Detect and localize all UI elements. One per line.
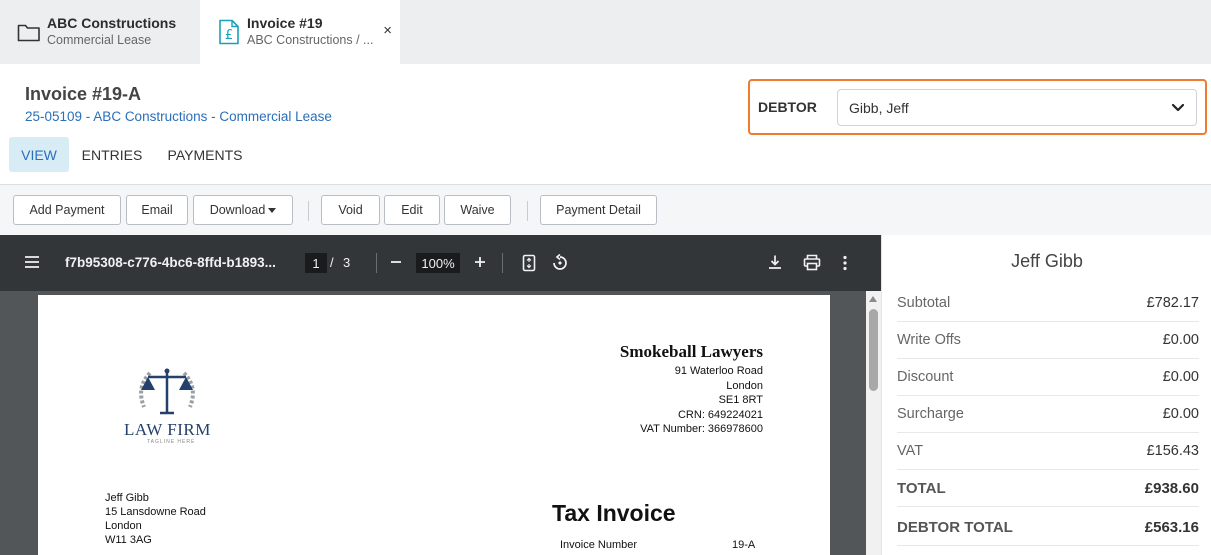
page-title: Invoice #19-A — [25, 84, 142, 104]
summary-label: VAT — [897, 443, 924, 459]
invoice-number-label: Invoice Number — [560, 539, 638, 551]
firm-address-line: SE1 8RT — [718, 394, 763, 406]
client-address-line: Jeff Gibb — [105, 492, 149, 504]
debtor-value: Gibb, Jeff — [849, 100, 909, 116]
client-address: Jeff Gibb 15 Lansdowne Road London W11 3… — [105, 491, 206, 547]
firm-address-line: London — [726, 379, 763, 392]
invoice-number-value: 19-A — [732, 539, 756, 551]
debtor-dropdown[interactable]: Gibb, Jeff — [837, 89, 1197, 126]
summary-row-debtor-total: DEBTOR TOTAL £563.16 — [897, 509, 1199, 546]
tab-bar: ABC Constructions Commercial Lease £ Inv… — [0, 0, 1211, 64]
debtor-selector: DEBTOR Gibb, Jeff — [748, 79, 1207, 135]
invoice-summary: Jeff Gibb Subtotal £782.17 Write Offs £0… — [881, 235, 1211, 555]
firm-address-line: 91 Waterloo Road — [674, 365, 763, 377]
summary-row-total: TOTAL £938.60 — [897, 470, 1199, 507]
client-address-line: 15 Lansdowne Road — [105, 506, 206, 518]
debtor-name: Jeff Gibb — [1011, 251, 1083, 271]
summary-label: Discount — [897, 369, 954, 385]
download-label: Download — [209, 203, 266, 217]
tab-title: Invoice #19 — [247, 15, 323, 31]
folder-icon — [16, 19, 42, 45]
svg-text:£: £ — [225, 28, 233, 43]
rotate-icon[interactable] — [551, 254, 569, 272]
close-icon[interactable]: × — [383, 22, 392, 39]
firm-crn: CRN: 649224021 — [677, 408, 763, 421]
summary-value: £782.17 — [1146, 295, 1199, 311]
summary-value: £156.43 — [1146, 443, 1199, 459]
chevron-down-icon — [1171, 99, 1185, 120]
pdf-zoom-input[interactable]: 100% — [416, 253, 460, 273]
summary-value: £563.16 — [1144, 519, 1199, 536]
download-button[interactable]: Download — [193, 195, 293, 225]
tab-subtitle: ABC Constructions / ... — [247, 33, 374, 47]
summary-row-surcharge: Surcharge £0.00 — [897, 396, 1199, 433]
tab-invoice[interactable]: £ Invoice #19 ABC Constructions / ... × — [200, 0, 400, 64]
summary-row-subtotal: Subtotal £782.17 — [897, 285, 1199, 322]
payment-detail-button[interactable]: Payment Detail — [540, 195, 657, 225]
tab-entries[interactable]: ENTRIES — [77, 137, 147, 172]
summary-label: Subtotal — [897, 295, 951, 311]
invoice-pound-icon: £ — [216, 19, 242, 45]
tab-title: ABC Constructions — [47, 15, 177, 31]
summary-value: £0.00 — [1162, 369, 1199, 385]
summary-row-vat: VAT £156.43 — [897, 433, 1199, 470]
logo-tagline: TAGLINE HERE — [147, 439, 196, 445]
summary-value: £0.00 — [1162, 406, 1199, 422]
pdf-viewer: f7b95308-c776-4bc6-8ffd-b1893... 1 / 3 1… — [0, 235, 881, 555]
caret-down-icon — [268, 207, 277, 213]
toolbar-divider — [527, 201, 528, 221]
client-address-line: W11 3AG — [105, 534, 152, 546]
tab-subtitle: Commercial Lease — [47, 33, 152, 47]
summary-value: £938.60 — [1144, 480, 1199, 497]
zoom-out-icon[interactable] — [389, 255, 403, 269]
tab-matter[interactable]: ABC Constructions Commercial Lease — [0, 0, 200, 64]
print-icon[interactable] — [803, 254, 821, 271]
edit-button[interactable]: Edit — [384, 195, 440, 225]
pdf-total-pages: 3 — [343, 255, 351, 270]
menu-icon[interactable] — [24, 255, 40, 269]
summary-label: DEBTOR TOTAL — [897, 519, 1013, 536]
debtor-label: DEBTOR — [758, 99, 817, 115]
pdf-divider — [376, 253, 377, 273]
pdf-page-input[interactable]: 1 — [305, 253, 327, 273]
summary-row-discount: Discount £0.00 — [897, 359, 1199, 396]
summary-label: TOTAL — [897, 480, 946, 497]
pdf-page-separator: / — [330, 255, 334, 270]
scroll-up-arrow-icon[interactable] — [869, 296, 877, 302]
fit-page-icon[interactable] — [522, 254, 536, 272]
pdf-toolbar: f7b95308-c776-4bc6-8ffd-b1893... 1 / 3 1… — [0, 235, 881, 291]
action-toolbar: Add Payment Email Download Void Edit Wai… — [0, 184, 1211, 235]
waive-button[interactable]: Waive — [444, 195, 511, 225]
download-icon[interactable] — [767, 254, 783, 270]
zoom-in-icon[interactable] — [473, 255, 487, 269]
pdf-filename: f7b95308-c776-4bc6-8ffd-b1893... — [65, 255, 276, 270]
summary-value: £0.00 — [1162, 332, 1199, 348]
pdf-scrollbar[interactable] — [866, 291, 881, 555]
scroll-thumb[interactable] — [869, 309, 878, 391]
document-title: Tax Invoice — [552, 500, 676, 526]
tab-view[interactable]: VIEW — [9, 137, 69, 172]
firm-vat-number: VAT Number: 366978600 — [640, 423, 763, 435]
summary-label: Write Offs — [897, 332, 961, 348]
void-button[interactable]: Void — [321, 195, 380, 225]
firm-details: Smokeball Lawyers 91 Waterloo Road Londo… — [620, 342, 763, 437]
tab-payments[interactable]: PAYMENTS — [160, 137, 250, 172]
add-payment-button[interactable]: Add Payment — [13, 195, 121, 225]
email-button[interactable]: Email — [126, 195, 188, 225]
summary-row-write-offs: Write Offs £0.00 — [897, 322, 1199, 359]
more-vert-icon[interactable] — [842, 255, 848, 271]
toolbar-divider — [308, 201, 309, 221]
summary-label: Surcharge — [897, 406, 964, 422]
matter-link[interactable]: 25-05109 - ABC Constructions - Commercia… — [25, 109, 332, 124]
client-address-line: London — [105, 520, 142, 532]
firm-name: Smokeball Lawyers — [619, 342, 763, 361]
pdf-page: LAW FIRM TAGLINE HERE Smokeball Lawyers … — [38, 295, 830, 555]
pdf-divider — [502, 253, 503, 273]
logo-title: LAW FIRM — [124, 420, 211, 439]
